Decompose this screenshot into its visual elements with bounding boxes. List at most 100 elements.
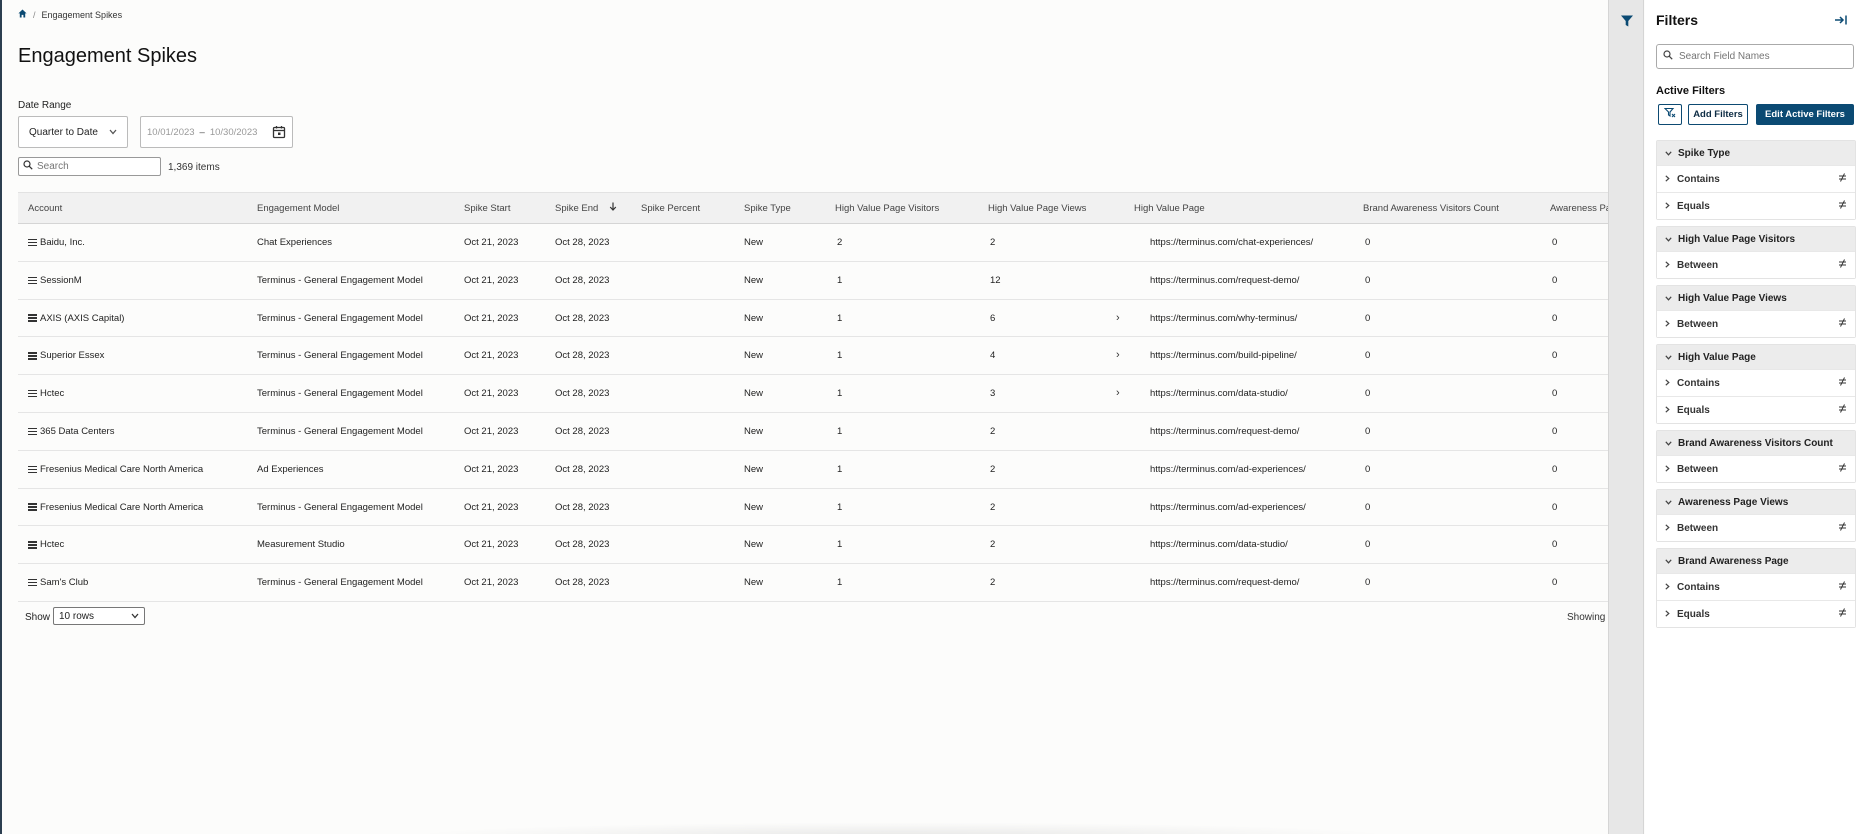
account-name[interactable]: SessionM	[40, 275, 82, 286]
search-input[interactable]	[37, 161, 152, 172]
expand-chevron-icon[interactable]: ›	[1116, 375, 1120, 413]
field-search-input[interactable]	[1679, 51, 1839, 62]
main-content: / Engagement Spikes Engagement Spikes Da…	[2, 0, 1608, 834]
not-equal-toggle-icon[interactable]	[1838, 581, 1847, 593]
account-name[interactable]: Baidu, Inc.	[40, 237, 85, 248]
breadcrumb-separator: /	[33, 9, 36, 20]
account-name[interactable]: 365 Data Centers	[40, 426, 114, 437]
column-header-spike-type[interactable]: Spike Type	[744, 193, 791, 225]
date-range-picker[interactable]: 10/01/2023 – 10/30/2023	[140, 116, 293, 148]
menu-icon[interactable]	[28, 388, 37, 399]
cell-ba-visitors-count: 0	[1365, 237, 1371, 248]
menu-icon[interactable]	[28, 540, 37, 551]
date-start[interactable]: 10/01/2023	[147, 127, 195, 138]
filter-groups: Spike Type Contains Equals High Value Page …	[1656, 140, 1856, 634]
rows-per-page-select[interactable]: 10 rows	[53, 607, 145, 625]
cell-ba-visitors-count: 0	[1365, 577, 1371, 589]
calendar-icon[interactable]	[272, 125, 286, 139]
date-end[interactable]: 10/30/2023	[210, 127, 258, 138]
table-row[interactable]: Fresenius Medical Care North America Term…	[18, 489, 1608, 527]
cell-awareness-page-views: 0	[1552, 425, 1558, 437]
table-search[interactable]	[18, 157, 161, 176]
filter-operator-row[interactable]: Between	[1657, 455, 1855, 482]
filter-operator-row[interactable]: Equals	[1657, 600, 1855, 627]
table-row[interactable]: Baidu, Inc. Chat Experiences Oct 21, 2023 O…	[18, 224, 1608, 262]
home-icon[interactable]	[18, 9, 27, 20]
not-equal-toggle-icon[interactable]	[1838, 404, 1847, 416]
menu-icon[interactable]	[28, 464, 37, 475]
column-header-spike-end[interactable]: Spike End	[555, 193, 617, 225]
sort-descending-icon[interactable]	[609, 202, 617, 214]
account-name[interactable]: Superior Essex	[40, 350, 104, 361]
filter-group-header[interactable]: Brand Awareness Page	[1657, 549, 1855, 573]
not-equal-toggle-icon[interactable]	[1838, 318, 1847, 330]
menu-icon[interactable]	[28, 426, 37, 437]
column-header-spike-percent[interactable]: Spike Percent	[641, 193, 700, 225]
not-equal-toggle-icon[interactable]	[1838, 200, 1847, 212]
table-row[interactable]: Sam's Club Terminus - General Engagement …	[18, 564, 1608, 602]
cell-account: 365 Data Centers	[28, 413, 114, 451]
filter-operator-row[interactable]: Equals	[1657, 192, 1855, 219]
not-equal-toggle-icon[interactable]	[1838, 173, 1847, 185]
table-row[interactable]: Fresenius Medical Care North America Ad E…	[18, 451, 1608, 489]
collapse-panel-icon[interactable]	[1834, 13, 1848, 27]
not-equal-toggle-icon[interactable]	[1838, 259, 1847, 271]
column-header-account[interactable]: Account	[28, 193, 62, 225]
table-row[interactable]: Hctec Terminus - General Engagement Model…	[18, 375, 1608, 413]
column-header-engagement-model[interactable]: Engagement Model	[257, 193, 339, 225]
account-name[interactable]: Fresenius Medical Care North America	[40, 502, 203, 513]
filter-operator-row[interactable]: Between	[1657, 514, 1855, 541]
filter-group-header[interactable]: High Value Page Visitors	[1657, 227, 1855, 251]
filter-operator-row[interactable]: Contains	[1657, 573, 1855, 600]
cell-awareness-page-views: 0	[1552, 237, 1558, 248]
menu-icon[interactable]	[28, 502, 37, 513]
account-name[interactable]: AXIS (AXIS Capital)	[40, 313, 124, 324]
filter-operator-row[interactable]: Between	[1657, 251, 1855, 278]
table-row[interactable]: Hctec Measurement Studio Oct 21, 2023 Oct 2…	[18, 526, 1608, 565]
not-equal-toggle-icon[interactable]	[1838, 608, 1847, 620]
column-header-awareness-page-views[interactable]: Awareness Page Vi	[1550, 193, 1608, 225]
cell-ba-visitors-count: 0	[1365, 539, 1371, 551]
filter-operator-row[interactable]: Between	[1657, 310, 1855, 337]
column-header-high-value-page[interactable]: High Value Page	[1134, 193, 1205, 225]
filter-group-header[interactable]: High Value Page	[1657, 345, 1855, 369]
column-header-spike-start[interactable]: Spike Start	[464, 193, 510, 225]
table-row[interactable]: Superior Essex Terminus - General Engagem…	[18, 337, 1608, 376]
not-equal-toggle-icon[interactable]	[1838, 463, 1847, 475]
account-name[interactable]: Hctec	[40, 539, 64, 550]
menu-icon[interactable]	[28, 313, 37, 324]
filter-group-header[interactable]: High Value Page Views	[1657, 286, 1855, 310]
expand-chevron-icon[interactable]: ›	[1116, 300, 1120, 338]
cell-spike-start: Oct 21, 2023	[464, 312, 519, 324]
clear-filters-button[interactable]	[1658, 104, 1682, 125]
not-equal-toggle-icon[interactable]	[1838, 377, 1847, 389]
column-header-hvp-visitors[interactable]: High Value Page Visitors	[835, 193, 939, 225]
edit-active-filters-button[interactable]: Edit Active Filters	[1756, 104, 1854, 125]
menu-icon[interactable]	[28, 351, 37, 362]
rows-per-page-value: 10 rows	[59, 610, 95, 622]
account-name[interactable]: Fresenius Medical Care North America	[40, 464, 203, 475]
column-header-hvp-views[interactable]: High Value Page Views	[988, 193, 1086, 225]
filter-group-header[interactable]: Spike Type	[1657, 141, 1855, 165]
menu-icon[interactable]	[28, 237, 37, 248]
add-filters-button[interactable]: Add Filters	[1688, 104, 1748, 125]
account-name[interactable]: Hctec	[40, 388, 64, 399]
field-search[interactable]	[1656, 44, 1854, 69]
filter-operator-row[interactable]: Contains	[1657, 369, 1855, 396]
filter-operator-row[interactable]: Contains	[1657, 165, 1855, 192]
column-header-ba-visitors-count[interactable]: Brand Awareness Visitors Count	[1363, 193, 1499, 225]
table-row[interactable]: SessionM Terminus - General Engagement Mo…	[18, 262, 1608, 300]
filter-group-header[interactable]: Awareness Page Views	[1657, 490, 1855, 514]
filter-operator-row[interactable]: Equals	[1657, 396, 1855, 423]
not-equal-toggle-icon[interactable]	[1838, 522, 1847, 534]
table-row[interactable]: 365 Data Centers Terminus - General Engag…	[18, 413, 1608, 451]
menu-icon[interactable]	[28, 275, 37, 286]
expand-chevron-icon[interactable]: ›	[1116, 337, 1120, 375]
filter-icon[interactable]	[1620, 14, 1634, 28]
filter-group-header[interactable]: Brand Awareness Visitors Count	[1657, 431, 1855, 455]
filter-operator-label: Between	[1677, 318, 1719, 330]
table-row[interactable]: AXIS (AXIS Capital) Terminus - General En…	[18, 300, 1608, 338]
menu-icon[interactable]	[28, 577, 37, 588]
date-preset-select[interactable]: Quarter to Date	[18, 116, 128, 148]
account-name[interactable]: Sam's Club	[40, 577, 88, 588]
